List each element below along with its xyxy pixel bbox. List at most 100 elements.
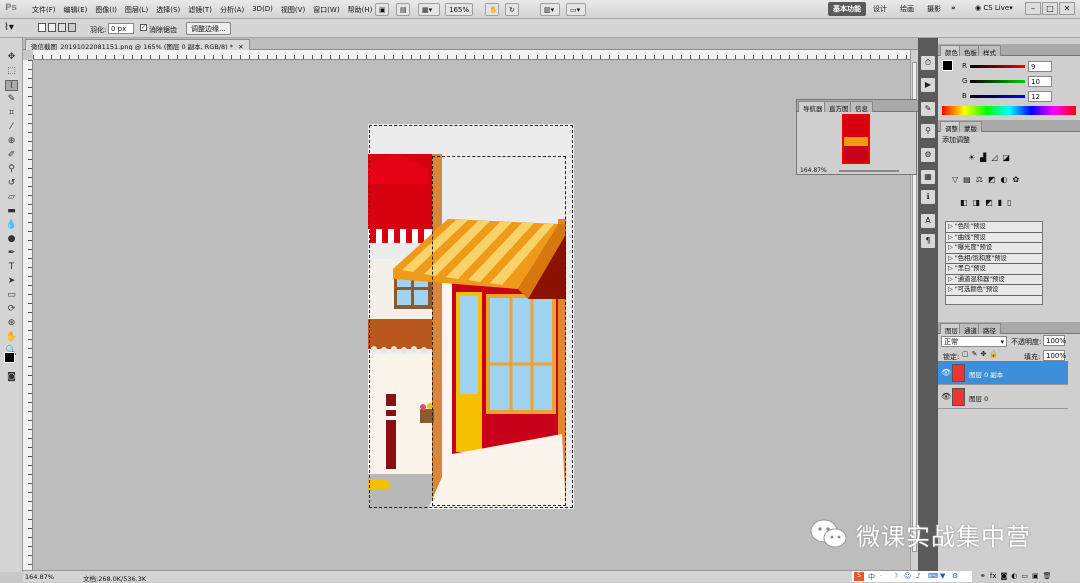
history-brush-tool-icon[interactable]: ↺ [5,178,18,189]
preset-levels[interactable]: ▷ "色阶"预设 [946,222,1042,233]
add-mask-icon[interactable]: ◙ [1000,572,1007,580]
type-tool-icon[interactable]: T [5,262,18,273]
selective-color-icon[interactable]: ▯ [1007,198,1011,207]
lasso-tool-preset-icon[interactable]: ⌇▾ [4,22,14,33]
ime-skin-icon[interactable]: ▼ [940,572,945,580]
eyedropper-tool-icon[interactable]: ⁄ [5,122,18,133]
color-spectrum-ramp[interactable] [942,106,1076,115]
gradient-tool-icon[interactable]: ▬ [5,206,18,217]
arrange-documents-icon[interactable]: ▥▾ [540,3,560,16]
b-slider[interactable] [970,95,1025,98]
lock-transparency-icon[interactable]: ▢ [962,350,969,358]
layer-style-icon[interactable]: fx [990,572,997,580]
tab-paths[interactable]: 路径 [978,323,1001,335]
shape-tool-icon[interactable]: ▭ [5,290,18,301]
feather-input[interactable]: 0 px [108,23,134,34]
healing-brush-tool-icon[interactable]: ⊕ [5,136,18,147]
subtract-selection-icon[interactable] [58,23,66,32]
info-panel-icon[interactable]: ℹ [921,190,935,204]
preset-black-white[interactable]: ▷ "黑白"预设 [946,264,1042,275]
menu-filter[interactable]: 滤镜(T) [184,5,216,15]
exposure-icon[interactable]: ◪ [1002,153,1010,162]
curves-icon[interactable]: ◿ [991,153,997,162]
ime-voice-icon[interactable]: ♪ [916,572,920,580]
screen-mode-icon[interactable]: ▭▾ [566,3,586,16]
character-panel-icon[interactable]: A [921,214,935,228]
workspace-painting[interactable]: 绘画 [900,4,914,14]
intersect-selection-icon[interactable] [68,23,76,32]
navigator-zoom-slider[interactable] [839,170,899,172]
ime-settings-icon[interactable]: ⚙ [952,572,958,580]
preset-hue-saturation[interactable]: ▷ "色相/饱和度"预设 [946,254,1042,264]
cs-live-button[interactable]: ◉ CS Live▾ [975,4,1013,12]
status-zoom[interactable]: 164.87% [25,573,54,581]
ime-chinese-icon[interactable]: 中 [868,572,875,582]
new-adjustment-icon[interactable]: ◐ [1011,572,1017,580]
lock-pixels-icon[interactable]: ✎ [972,350,978,358]
rotate-view-icon[interactable]: ↻ [505,3,519,16]
r-slider[interactable] [970,65,1025,68]
3d-orbit-tool-icon[interactable]: ⊛ [5,318,18,329]
menu-layer[interactable]: 图层(L) [121,5,152,15]
tab-info[interactable]: 信息 [850,101,873,113]
menu-window[interactable]: 窗口(W) [309,5,343,15]
hand-icon[interactable]: ✋ [485,3,499,16]
preset-channel-mixer[interactable]: ▷ "通道混和器"预设 [946,275,1042,285]
b-input[interactable]: 12 [1028,91,1052,102]
lock-all-icon[interactable]: 🔒 [989,350,998,358]
ime-punct-icon[interactable]: ᐧ [880,572,882,580]
black-white-icon[interactable]: ◩ [988,175,996,184]
close-button[interactable]: ✕ [1059,2,1075,15]
lasso-tool-icon[interactable]: ⌇ [5,80,18,91]
eraser-tool-icon[interactable]: ▱ [5,192,18,203]
opacity-input[interactable]: 100% [1043,335,1066,346]
add-selection-icon[interactable] [48,23,56,32]
navigator-preview[interactable] [842,114,870,164]
preset-selective-color[interactable]: ▷ "可选颜色"预设 [946,285,1042,296]
g-input[interactable]: 10 [1028,76,1052,87]
navigator-zoom[interactable]: 164.87% [800,167,827,174]
antialias-checkbox[interactable]: ✓ [140,24,147,31]
brush-tool-icon[interactable]: ✐ [5,150,18,161]
menu-view[interactable]: 视图(V) [277,5,309,15]
channel-mixer-icon[interactable]: ✿ [1012,175,1019,184]
new-selection-icon[interactable] [38,23,46,32]
ime-keyboard-icon[interactable]: ⌨ [928,572,938,580]
menu-3d[interactable]: 3D(D) [248,5,277,15]
visibility-eye-icon[interactable]: 👁 [941,368,951,377]
layer-row[interactable]: 👁 图层 0 副本 [938,361,1068,385]
new-layer-icon[interactable]: ▣ [1032,572,1039,580]
quick-mask-icon[interactable]: ◙ [5,372,18,383]
ime-moon-icon[interactable]: ☽ [892,572,898,580]
marquee-tool-icon[interactable]: ⬚ [5,66,18,77]
maximize-button[interactable]: □ [1042,2,1058,15]
document-image[interactable] [368,124,574,509]
more-workspaces-chevron-icon[interactable]: » [951,4,956,12]
blend-mode-select[interactable]: 正常 ▾ [941,336,1007,347]
menu-analysis[interactable]: 分析(A) [216,5,248,15]
visibility-eye-icon[interactable]: 👁 [941,392,951,401]
crop-tool-icon[interactable]: ⌗ [5,108,18,119]
view-extras-icon[interactable]: ▦▾ [418,3,440,16]
dodge-tool-icon[interactable]: ● [5,234,18,245]
hand-tool-icon[interactable]: ✋ [5,332,18,343]
3d-panel-icon[interactable]: ▦ [921,170,935,184]
invert-icon[interactable]: ◧ [960,198,968,207]
actions-panel-icon[interactable]: ▶ [921,78,935,92]
menu-select[interactable]: 选择(S) [152,5,184,15]
lock-position-icon[interactable]: ✥ [981,350,987,358]
history-panel-icon[interactable]: ⏱ [921,56,935,70]
3d-rotate-tool-icon[interactable]: ⟳ [5,304,18,315]
tab-styles[interactable]: 样式 [978,45,1001,57]
g-slider[interactable] [970,80,1025,83]
menu-edit[interactable]: 编辑(E) [60,5,92,15]
workspace-essentials[interactable]: 基本功能 [828,2,866,16]
clone-source-panel-icon[interactable]: ⚲ [921,124,935,138]
zoom-dropdown[interactable]: 165% [445,3,473,16]
menu-help[interactable]: 帮助(H) [344,5,377,15]
r-input[interactable]: 9 [1028,61,1052,72]
gradient-map-icon[interactable]: ▮ [998,198,1002,207]
color-fg-swatch[interactable] [942,60,953,71]
preset-exposure[interactable]: ▷ "曝光度"预设 [946,243,1042,254]
workspace-design[interactable]: 设计 [873,4,887,14]
